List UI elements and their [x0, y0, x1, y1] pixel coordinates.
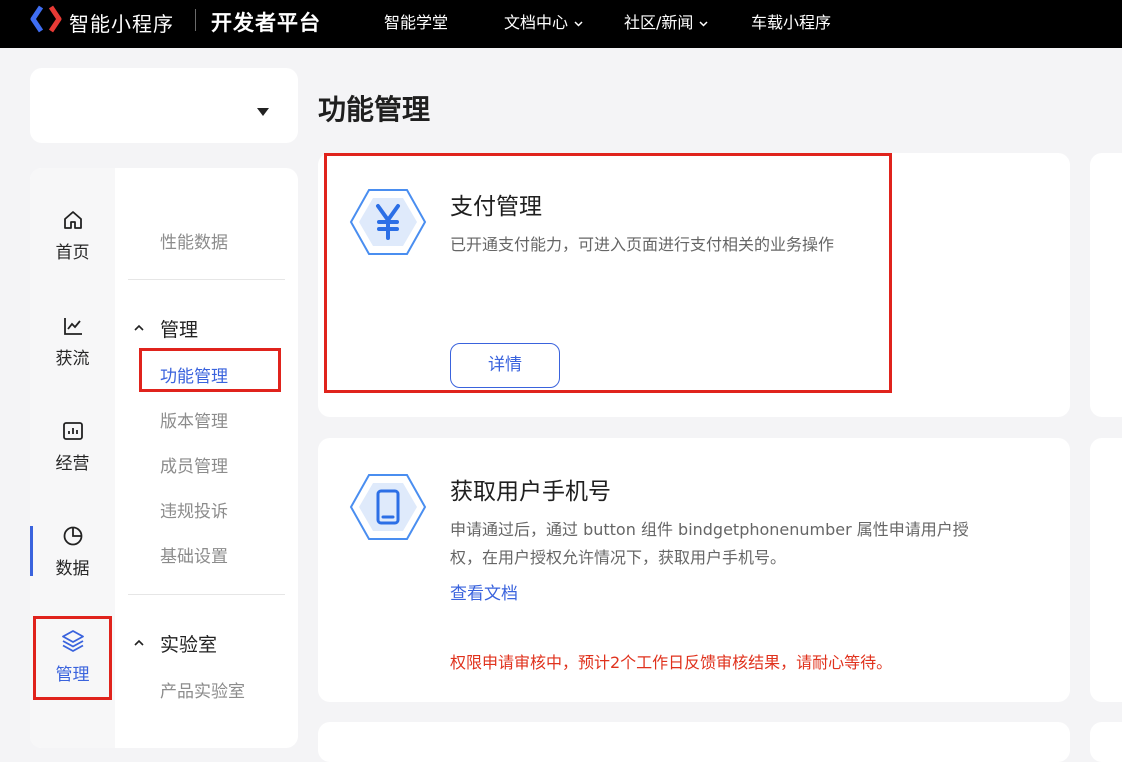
menu-group-manage[interactable]: 管理 — [160, 315, 198, 342]
nav-item-community[interactable]: 社区/新闻 — [624, 9, 708, 33]
card-desc-phone-number: 申请通过后，通过 button 组件 bindgetphonenumber 属性… — [450, 520, 969, 567]
chevron-up-icon[interactable] — [134, 320, 144, 334]
nav-manage[interactable]: 管理 — [30, 628, 115, 685]
page-title: 功能管理 — [318, 93, 431, 126]
header-divider — [195, 9, 196, 31]
top-navbar: 智能小程序 开发者平台 智能学堂 文档中心 社区/新闻 车载小程序 — [0, 0, 1122, 48]
menu-divider — [128, 279, 285, 280]
nav-traffic[interactable]: 获流 — [30, 314, 115, 369]
nav-item-car-miniapp[interactable]: 车载小程序 — [751, 9, 831, 33]
nav-business[interactable]: 经营 — [30, 419, 115, 474]
feature-card-payment — [318, 153, 1070, 417]
submenu-violation-complaint[interactable]: 违规投诉 — [160, 497, 228, 522]
nav-item-academy[interactable]: 智能学堂 — [384, 9, 448, 33]
card-desc-payment: 已开通支付能力，可进入页面进行支付相关的业务操作 — [450, 235, 835, 254]
chevron-down-icon — [699, 12, 708, 31]
details-button[interactable]: 详情 — [450, 343, 560, 388]
yuan-icon — [349, 188, 427, 260]
platform-name[interactable]: 开发者平台 — [211, 7, 321, 37]
submenu-version-manage[interactable]: 版本管理 — [160, 407, 228, 432]
side-navigation: 首页 获流 经营 数据 管理 性能数据 管理 功能管理 版本管理 成员管理 违规… — [30, 168, 298, 748]
bar-chart-icon — [30, 419, 115, 447]
chevron-up-icon[interactable] — [134, 635, 144, 649]
caret-down-icon — [257, 101, 269, 120]
submenu-member-manage[interactable]: 成员管理 — [160, 452, 228, 477]
brand-name[interactable]: 智能小程序 — [69, 8, 174, 37]
submenu-basic-settings[interactable]: 基础设置 — [160, 542, 228, 567]
nav-home[interactable]: 首页 — [30, 208, 115, 263]
menu-group-lab[interactable]: 实验室 — [160, 630, 217, 657]
feature-card-partial — [1090, 722, 1122, 762]
nav-data[interactable]: 数据 — [30, 524, 115, 579]
app-selector-dropdown[interactable] — [30, 68, 298, 143]
review-status-text: 权限申请审核中，预计2个工作日反馈审核结果，请耐心等待。 — [450, 653, 893, 672]
feature-card-partial — [318, 722, 1070, 762]
pie-chart-icon — [30, 524, 115, 552]
logo-icon[interactable] — [30, 5, 62, 37]
submenu-feature-manage[interactable]: 功能管理 — [160, 362, 228, 387]
card-title-phone-number: 获取用户手机号 — [450, 479, 611, 505]
layers-icon — [30, 628, 115, 658]
card-title-payment: 支付管理 — [450, 194, 542, 220]
line-chart-icon — [30, 314, 115, 342]
menu-divider — [128, 594, 285, 595]
feature-card-partial — [1090, 153, 1122, 417]
submenu-product-lab[interactable]: 产品实验室 — [160, 677, 245, 702]
submenu-performance-data[interactable]: 性能数据 — [160, 228, 228, 253]
phone-icon — [349, 473, 427, 545]
home-icon — [30, 208, 115, 236]
nav-item-docs[interactable]: 文档中心 — [504, 9, 583, 33]
view-docs-link[interactable]: 查看文档 — [450, 579, 518, 604]
chevron-down-icon — [574, 12, 583, 31]
feature-card-partial — [1090, 438, 1122, 702]
